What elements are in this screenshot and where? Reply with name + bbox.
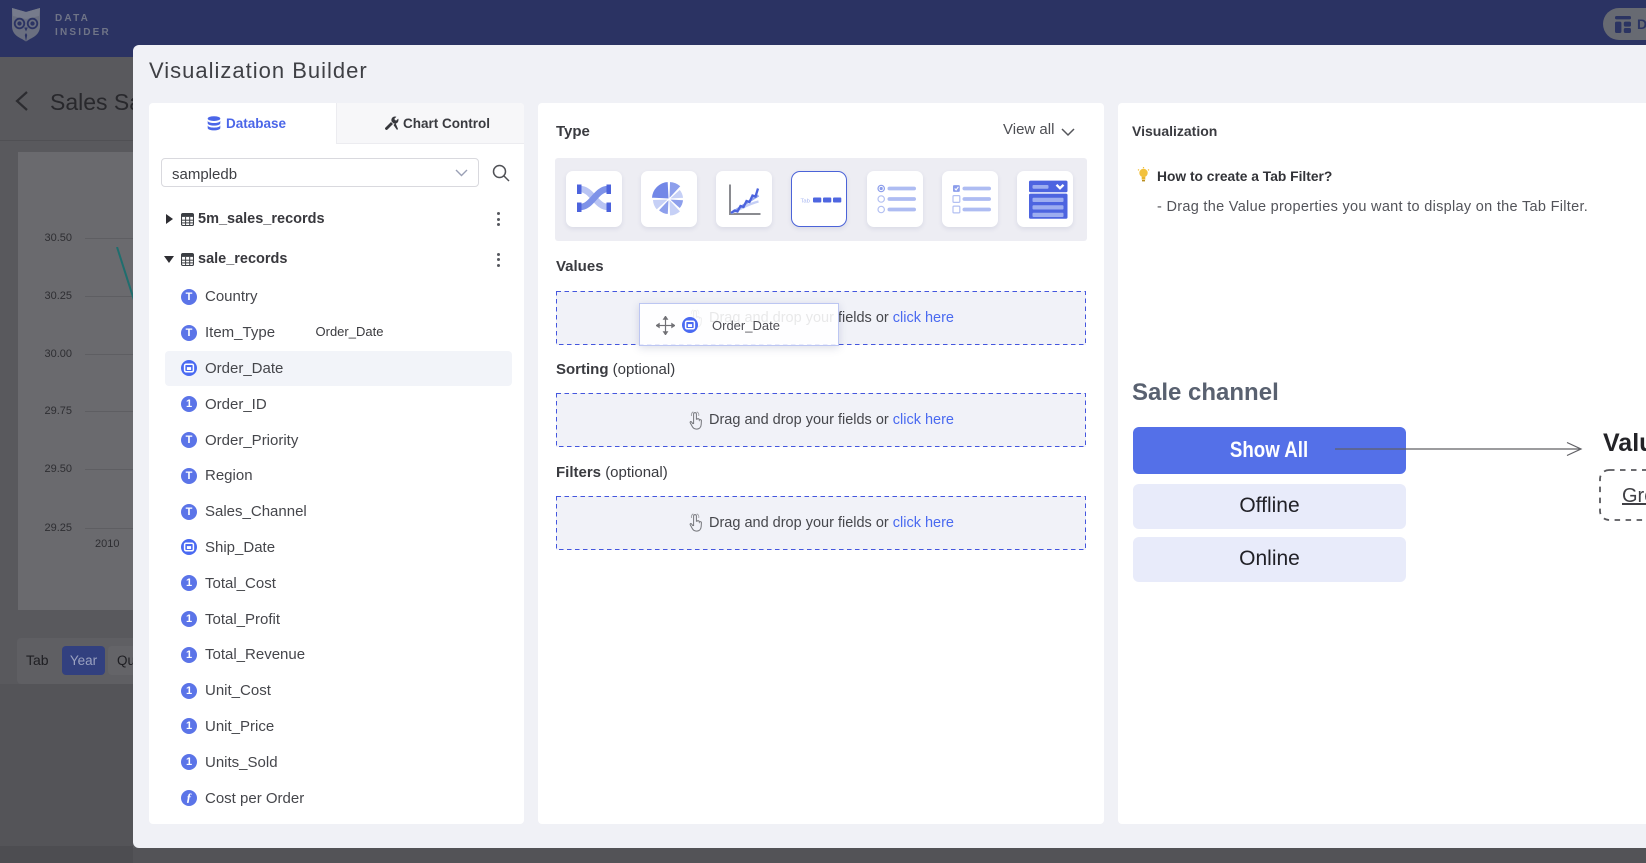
svg-text:Tab: Tab	[801, 199, 810, 205]
